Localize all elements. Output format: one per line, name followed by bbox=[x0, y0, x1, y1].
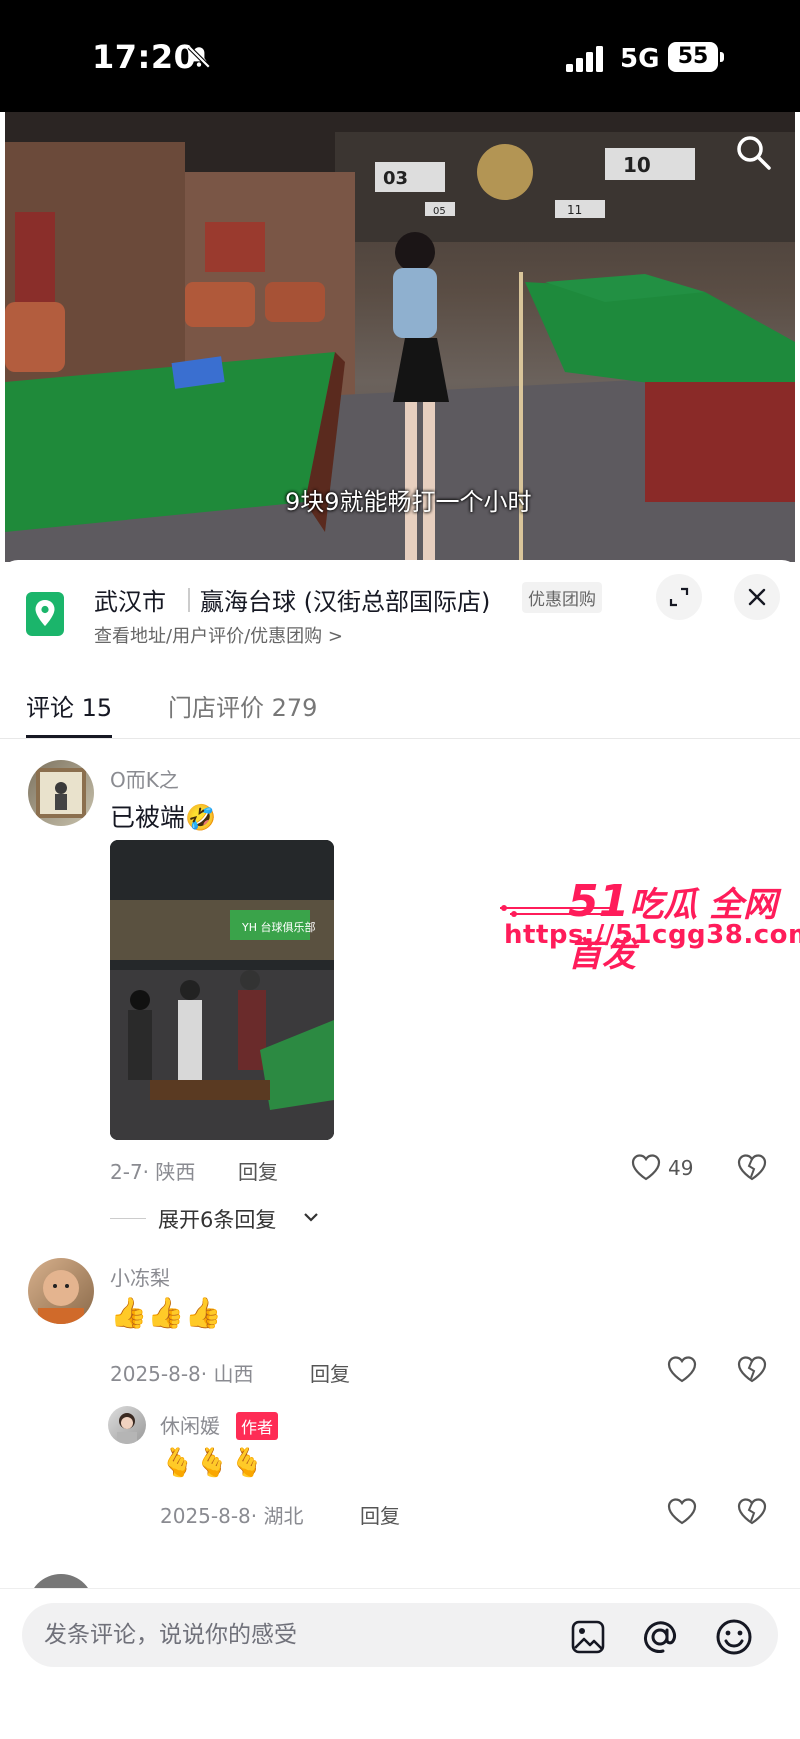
bell-muted-icon bbox=[187, 45, 211, 69]
reply-item: 休闲媛 作者 🫰🫰🫰 2025-8-8· 湖北 回复 bbox=[0, 1400, 800, 1580]
expand-replies-button[interactable]: 展开6条回复 bbox=[158, 1204, 276, 1234]
expand-divider bbox=[110, 1218, 146, 1219]
svg-text:05: 05 bbox=[433, 206, 446, 217]
avatar[interactable] bbox=[28, 760, 94, 826]
dislike-icon[interactable] bbox=[736, 1496, 768, 1526]
cell-signal-icon bbox=[566, 46, 603, 72]
reply-button[interactable]: 回复 bbox=[238, 1156, 278, 1185]
comment-text: 已被端🤣 bbox=[110, 803, 217, 832]
location-store-name: 赢海台球 (汉街总部国际店) bbox=[200, 588, 491, 616]
video-player[interactable]: 03 10 05 11 9块9就能畅打一个小时 bbox=[5, 112, 795, 562]
video-caption: 9块9就能畅打一个小时 bbox=[285, 488, 532, 516]
location-card[interactable]: 武汉市 赢海台球 (汉街总部国际店) 优惠团购 查看地址/用户评价/优惠团购 > bbox=[0, 560, 640, 660]
chevron-down-icon bbox=[304, 1213, 318, 1222]
svg-text:YH 台球俱乐部: YH 台球俱乐部 bbox=[241, 920, 316, 934]
network-type: 5G bbox=[620, 44, 660, 74]
dislike-icon[interactable] bbox=[736, 1354, 768, 1384]
svg-text:11: 11 bbox=[567, 203, 582, 217]
comment-username[interactable]: O而K之 bbox=[110, 764, 179, 793]
watermark-url: https://51cgg38.com bbox=[504, 920, 800, 950]
comment-username[interactable]: 休闲媛 bbox=[160, 1410, 220, 1439]
comment-text: 👍👍👍 bbox=[110, 1296, 223, 1331]
search-icon[interactable] bbox=[733, 132, 773, 172]
location-divider bbox=[188, 588, 190, 612]
svg-text:03: 03 bbox=[383, 168, 408, 189]
avatar[interactable] bbox=[108, 1406, 146, 1444]
like-icon[interactable] bbox=[666, 1496, 698, 1526]
dislike-icon[interactable] bbox=[736, 1152, 768, 1182]
comment-image[interactable]: YH 台球俱乐部 bbox=[110, 840, 334, 1140]
battery-tip bbox=[720, 52, 724, 62]
status-bar: 17:20 5G 55 bbox=[0, 0, 800, 112]
comment-panel: 武汉市 赢海台球 (汉街总部国际店) 优惠团购 查看地址/用户评价/优惠团购 >… bbox=[0, 560, 800, 1738]
emoji-icon[interactable] bbox=[714, 1617, 754, 1657]
tab-store-reviews[interactable]: 门店评价 279 bbox=[168, 688, 317, 723]
tab-comments[interactable]: 评论 15 bbox=[26, 688, 112, 723]
avatar-image bbox=[36, 768, 86, 818]
status-time: 17:20 bbox=[92, 38, 197, 76]
mention-icon[interactable] bbox=[640, 1617, 680, 1657]
location-city: 武汉市 bbox=[94, 588, 166, 616]
reply-button[interactable]: 回复 bbox=[310, 1358, 350, 1387]
comment-photo: YH 台球俱乐部 bbox=[110, 840, 334, 1140]
avatar-image bbox=[117, 1413, 137, 1444]
group-buy-tag: 优惠团购 bbox=[522, 582, 602, 613]
close-button[interactable] bbox=[734, 574, 780, 620]
comment-meta: 2025-8-8· 山西 bbox=[110, 1362, 254, 1386]
avatar-image bbox=[38, 1270, 84, 1324]
comment-meta: 2-7· 陕西 bbox=[110, 1160, 196, 1184]
author-badge: 作者 bbox=[236, 1412, 279, 1440]
location-pin-icon bbox=[26, 592, 64, 636]
svg-text:10: 10 bbox=[623, 153, 651, 177]
comment-input-bar bbox=[0, 1588, 800, 1739]
location-sub-links[interactable]: 查看地址/用户评价/优惠团购 > bbox=[94, 622, 343, 648]
comment-item: 小冻梨 👍👍👍 2025-8-8· 山西 回复 休闲媛 作者 🫰🫰🫰 2025-… bbox=[0, 1250, 800, 1590]
like-icon[interactable] bbox=[630, 1152, 662, 1182]
expand-button[interactable] bbox=[656, 574, 702, 620]
tabs-divider bbox=[0, 738, 800, 739]
like-icon[interactable] bbox=[666, 1354, 698, 1384]
like-count: 49 bbox=[668, 1156, 694, 1180]
comment-text: 🫰🫰🫰 bbox=[160, 1446, 265, 1479]
image-icon[interactable] bbox=[570, 1619, 606, 1655]
avatar[interactable] bbox=[28, 1258, 94, 1324]
comment-meta: 2025-8-8· 湖北 bbox=[160, 1504, 304, 1528]
battery-icon: 55 bbox=[668, 42, 718, 72]
reply-button[interactable]: 回复 bbox=[360, 1500, 400, 1529]
expand-icon bbox=[669, 587, 689, 607]
comment-username[interactable]: 小冻梨 bbox=[110, 1262, 170, 1291]
close-icon bbox=[748, 588, 766, 606]
